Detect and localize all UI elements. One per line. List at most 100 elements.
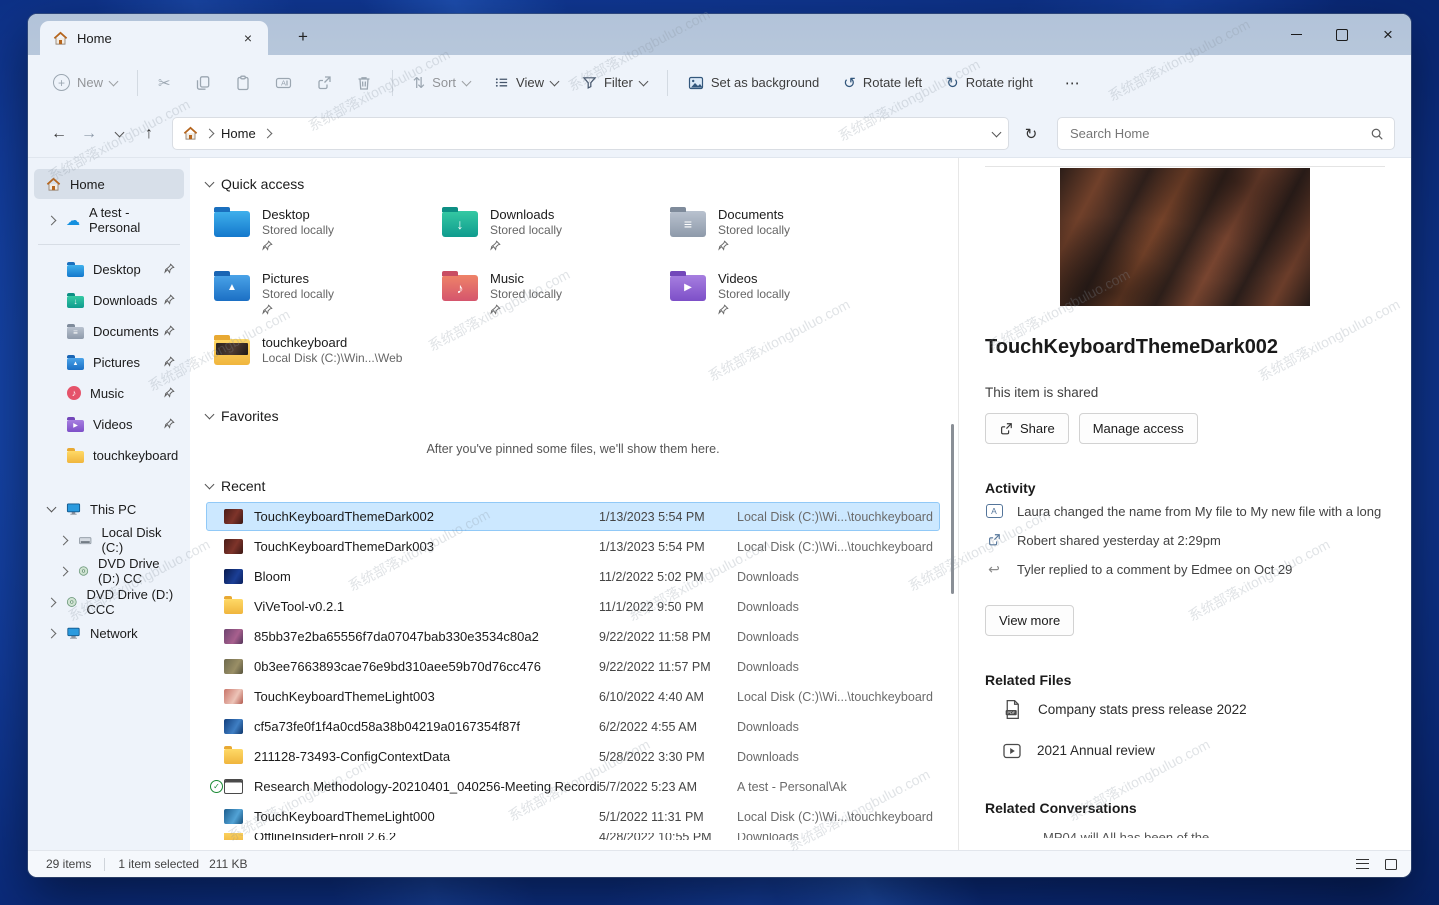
file-row[interactable]: ViVeTool-v0.2.1 11/1/2022 9:50 PM Downlo… — [206, 592, 940, 621]
view-button[interactable]: View — [483, 65, 569, 101]
sidebar-item-desktop[interactable]: Desktop — [34, 254, 184, 284]
sidebar-item-touchkeyboard[interactable]: touchkeyboard — [34, 440, 184, 470]
rename-button[interactable]: A — [264, 65, 303, 101]
tab-close-icon[interactable]: × — [238, 28, 258, 48]
sidebar-item-downloads[interactable]: ↓ Downloads — [34, 285, 184, 315]
up-button[interactable]: ↑ — [134, 119, 164, 149]
ellipsis-icon: ⋯ — [1065, 74, 1080, 92]
quick-access-documents[interactable]: ≡ DocumentsStored locally — [670, 202, 898, 266]
file-row[interactable]: TouchKeyboardThemeLight003 6/10/2022 4:4… — [206, 682, 940, 711]
chevron-right-icon[interactable] — [58, 568, 69, 575]
quick-access-videos[interactable]: ▶ VideosStored locally — [670, 266, 898, 330]
sidebar-item-onedrive[interactable]: ☁ A test - Personal — [34, 205, 184, 235]
sidebar-item-label: A test - Personal — [89, 205, 184, 235]
file-row[interactable]: cf5a73fe0f1f4a0cd58a38b04219a0167354f87f… — [206, 712, 940, 741]
search-box[interactable] — [1057, 117, 1395, 150]
recent-locations-button[interactable] — [104, 119, 134, 149]
large-icons-view-toggle-icon[interactable] — [1385, 859, 1397, 870]
close-button[interactable]: × — [1365, 14, 1411, 55]
rotate-left-button[interactable]: ↺ Rotate left — [832, 65, 933, 101]
sidebar-item-label: DVD Drive (D:) CCC — [87, 587, 184, 617]
sidebar-item-local-disk-c[interactable]: Local Disk (C:) — [34, 525, 184, 555]
conversation-preview-clipped[interactable]: MP04 will All has been of the — [985, 830, 1385, 838]
sidebar-item-dvd-drive-2[interactable]: DVD Drive (D:) CCC — [34, 587, 184, 617]
refresh-button[interactable]: ↻ — [1015, 119, 1047, 149]
details-view-toggle-icon[interactable] — [1356, 859, 1369, 869]
breadcrumb[interactable]: Home — [172, 117, 1009, 150]
sidebar-item-music[interactable]: ♪ Music — [34, 378, 184, 408]
paste-button[interactable] — [224, 65, 262, 101]
scrollbar-track[interactable] — [949, 162, 956, 846]
sidebar-item-network[interactable]: Network — [34, 618, 184, 648]
more-options-button[interactable]: ⋯ — [1054, 65, 1091, 101]
new-tab-button[interactable]: + — [290, 24, 316, 50]
chevron-right-icon[interactable] — [58, 537, 69, 544]
paste-icon — [235, 75, 251, 91]
quick-access-pictures[interactable]: ▲ PicturesStored locally — [214, 266, 442, 330]
reply-activity-icon: ↩ — [985, 561, 1003, 578]
file-row-selected[interactable]: TouchKeyboardThemeDark002 1/13/2023 5:54… — [206, 502, 940, 531]
file-row[interactable]: ✓ Research Methodology-20210401_040256-M… — [206, 772, 940, 801]
share-icon — [316, 75, 332, 91]
cut-button[interactable]: ✂ — [147, 65, 182, 101]
breadcrumb-location[interactable]: Home — [221, 126, 256, 141]
section-favorites[interactable]: Favorites — [206, 404, 940, 428]
sidebar-item-pictures[interactable]: ▲ Pictures — [34, 347, 184, 377]
set-as-background-button[interactable]: Set as background — [677, 65, 830, 101]
downloads-folder-icon: ↓ — [67, 296, 84, 308]
address-dropdown-icon[interactable] — [992, 127, 1002, 137]
new-button[interactable]: + New — [42, 65, 128, 101]
chevron-down-icon — [114, 127, 124, 137]
quick-access-downloads[interactable]: ↓ DownloadsStored locally — [442, 202, 670, 266]
share-button-toolbar[interactable] — [305, 65, 343, 101]
copy-button[interactable] — [184, 65, 222, 101]
file-row[interactable]: 211128-73493-ConfigContextData 5/28/2022… — [206, 742, 940, 771]
tile-name: touchkeyboard — [262, 335, 402, 350]
disk-icon — [78, 534, 93, 547]
forward-button[interactable]: → — [74, 119, 104, 149]
file-row[interactable]: TouchKeyboardThemeDark003 1/13/2023 5:54… — [206, 532, 940, 561]
sidebar-item-label: Pictures — [93, 355, 140, 370]
window-controls: × — [1273, 14, 1411, 55]
sidebar-item-videos[interactable]: ▶ Videos — [34, 409, 184, 439]
tile-name: Music — [490, 271, 562, 286]
chevron-right-icon[interactable] — [46, 599, 57, 606]
minimize-button[interactable] — [1273, 14, 1319, 55]
toolbar-separator — [392, 70, 393, 96]
sidebar-item-dvd-drive-1[interactable]: DVD Drive (D:) CC — [34, 556, 184, 586]
view-more-button[interactable]: View more — [985, 605, 1074, 636]
chevron-down-icon[interactable] — [46, 507, 57, 511]
sort-button[interactable]: ⇅ Sort — [402, 65, 481, 101]
back-button[interactable]: ← — [44, 119, 74, 149]
sidebar-item-documents[interactable]: ≡ Documents — [34, 316, 184, 346]
maximize-button[interactable] — [1319, 14, 1365, 55]
sidebar-divider — [38, 244, 180, 245]
share-button[interactable]: Share — [985, 413, 1069, 444]
home-icon — [46, 177, 61, 192]
file-row[interactable]: 0b3ee7663893cae76e9bd310aee59b70d76cc476… — [206, 652, 940, 681]
file-row[interactable]: TouchKeyboardThemeLight000 5/1/2022 11:3… — [206, 802, 940, 831]
file-row-clipped[interactable]: OfflineInsiderEnroll 2.6.2 4/28/2022 10:… — [206, 832, 940, 841]
file-row[interactable]: Bloom 11/2/2022 5:02 PM Downloads — [206, 562, 940, 591]
sidebar-item-this-pc[interactable]: This PC — [34, 494, 184, 524]
chevron-right-icon[interactable] — [46, 630, 57, 637]
tab-home[interactable]: Home × — [40, 21, 268, 55]
filter-button[interactable]: Filter — [571, 65, 658, 101]
delete-button[interactable] — [345, 65, 383, 101]
quick-access-desktop[interactable]: DesktopStored locally — [214, 202, 442, 266]
related-file-item[interactable]: 2021 Annual review — [985, 731, 1385, 770]
new-label: New — [77, 75, 103, 90]
shared-status-text: This item is shared — [985, 385, 1385, 400]
section-quick-access[interactable]: Quick access — [206, 172, 940, 196]
search-input[interactable] — [1068, 125, 1370, 142]
chevron-right-icon[interactable] — [46, 217, 57, 224]
sidebar-item-home[interactable]: Home — [34, 169, 184, 199]
related-file-item[interactable]: PDF Company stats press release 2022 — [985, 690, 1385, 729]
section-recent[interactable]: Recent — [206, 474, 940, 498]
rotate-right-button[interactable]: ↻ Rotate right — [935, 65, 1044, 101]
quick-access-touchkeyboard[interactable]: touchkeyboardLocal Disk (C:)\Win...\Web — [214, 330, 442, 394]
scrollbar-thumb[interactable] — [951, 424, 954, 594]
manage-access-button[interactable]: Manage access — [1079, 413, 1198, 444]
quick-access-music[interactable]: ♪ MusicStored locally — [442, 266, 670, 330]
file-row[interactable]: 85bb37e2ba65556f7da07047bab330e3534c80a2… — [206, 622, 940, 651]
